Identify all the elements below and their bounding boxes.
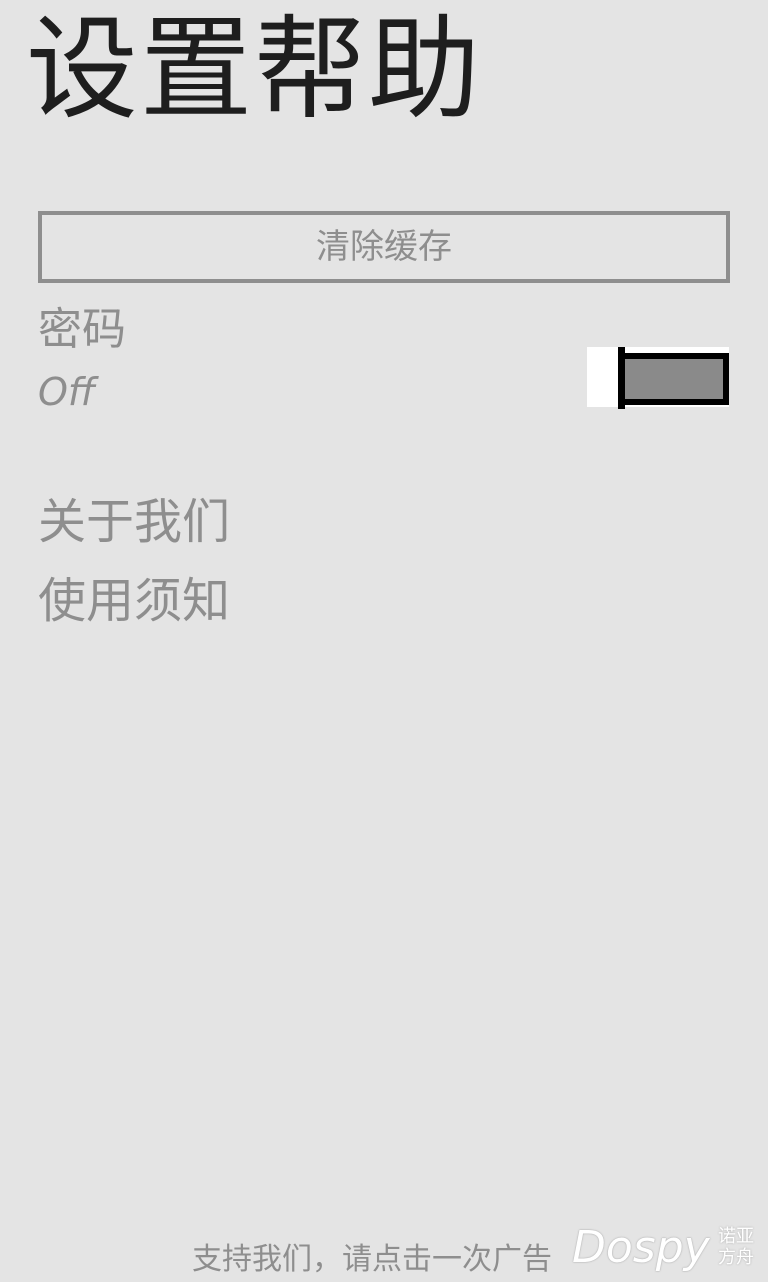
watermark-sub: 诺亚 方舟 xyxy=(718,1226,758,1268)
page-title: 设置帮助 xyxy=(26,5,482,135)
toggle-thumb[interactable] xyxy=(618,347,625,409)
password-toggle[interactable] xyxy=(587,347,729,409)
watermark-sub-line1: 诺亚 xyxy=(718,1226,754,1247)
watermark-brand: Dospy xyxy=(572,1222,710,1273)
password-state-text: Off xyxy=(38,370,96,414)
dospy-watermark: Dospy 诺亚 方舟 xyxy=(572,1222,768,1280)
about-us-link[interactable]: 关于我们 xyxy=(38,490,230,554)
ad-banner-text[interactable]: 支持我们，请点击一次广告 xyxy=(192,1238,552,1282)
toggle-fill xyxy=(619,353,729,405)
clear-cache-button[interactable]: 清除缓存 xyxy=(38,211,730,283)
watermark-sub-line2: 方舟 xyxy=(718,1247,754,1268)
password-label: 密码 xyxy=(38,304,126,355)
terms-of-use-link[interactable]: 使用须知 xyxy=(38,569,230,633)
